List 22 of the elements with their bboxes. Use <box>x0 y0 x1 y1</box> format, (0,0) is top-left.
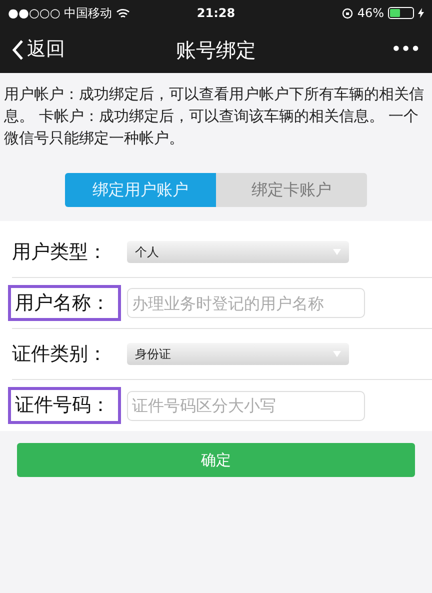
field-label: 用户类型： <box>11 240 108 265</box>
intro-text: 用户帐户：成功绑定后，可以查看用户帐户下所有车辆的相关信息。 卡帐户：成功绑定后，可以查询该车辆的相关信息。 一个微信号只能绑定一种帐户。 <box>3 84 425 149</box>
carrier-text: ●●○○○ 中国移动 <box>8 5 112 22</box>
dropdown-select[interactable]: 身份证 <box>127 343 349 365</box>
dropdown-select[interactable]: 个人 <box>127 241 349 263</box>
field-label: 证件类别： <box>11 342 108 367</box>
more-button[interactable]: ••• <box>330 36 420 63</box>
back-button[interactable]: 返回 <box>12 35 102 64</box>
dropdown-caret-icon <box>333 351 341 357</box>
battery-text: 46% <box>357 5 384 22</box>
back-chevron-icon <box>12 40 23 60</box>
page-title: 账号绑定 <box>176 36 256 64</box>
input-field[interactable]: 办理业务时登记的用户名称 <box>127 288 365 318</box>
rotation-lock-icon <box>342 8 354 18</box>
field-label: 用户名称： <box>8 284 121 322</box>
clock-text: 21:28 <box>196 5 236 22</box>
input-field[interactable]: 证件号码区分大小写 <box>127 390 365 420</box>
battery-icon <box>388 7 414 19</box>
wifi-icon <box>116 8 130 18</box>
dropdown-caret-icon <box>333 249 341 255</box>
charging-icon <box>418 8 424 18</box>
field-label: 证件号码： <box>8 387 121 424</box>
